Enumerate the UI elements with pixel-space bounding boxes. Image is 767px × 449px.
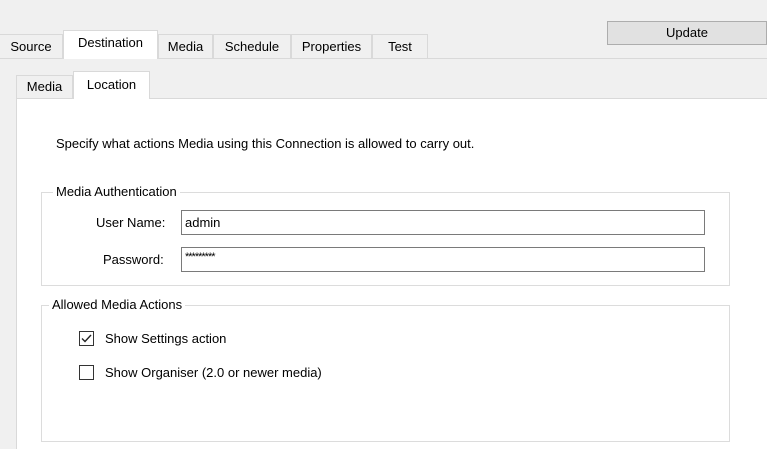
user-name-label: User Name: — [96, 215, 166, 230]
allowed-media-actions-legend: Allowed Media Actions — [49, 297, 186, 312]
show-settings-label[interactable]: Show Settings action — [105, 331, 226, 346]
show-organiser-checkbox[interactable] — [79, 365, 94, 380]
inner-tab-location[interactable]: Location — [73, 71, 150, 99]
user-name-input[interactable] — [181, 210, 705, 235]
tab-destination[interactable]: Destination — [63, 30, 158, 59]
tab-test[interactable]: Test — [372, 34, 428, 58]
update-button[interactable]: Update — [607, 21, 767, 45]
tab-source[interactable]: Source — [0, 34, 63, 58]
checkmark-icon — [81, 334, 92, 343]
tab-schedule[interactable]: Schedule — [213, 34, 291, 58]
tab-media[interactable]: Media — [158, 34, 213, 58]
inner-tab-media[interactable]: Media — [16, 75, 73, 98]
password-mask: ********* — [185, 251, 216, 263]
description-text: Specify what actions Media using this Co… — [56, 136, 475, 151]
tab-properties[interactable]: Properties — [291, 34, 372, 58]
show-organiser-label[interactable]: Show Organiser (2.0 or newer media) — [105, 365, 322, 380]
show-settings-checkbox[interactable] — [79, 331, 94, 346]
media-authentication-legend: Media Authentication — [53, 184, 180, 199]
password-input[interactable]: ********* — [181, 247, 705, 272]
password-label: Password: — [103, 252, 164, 267]
